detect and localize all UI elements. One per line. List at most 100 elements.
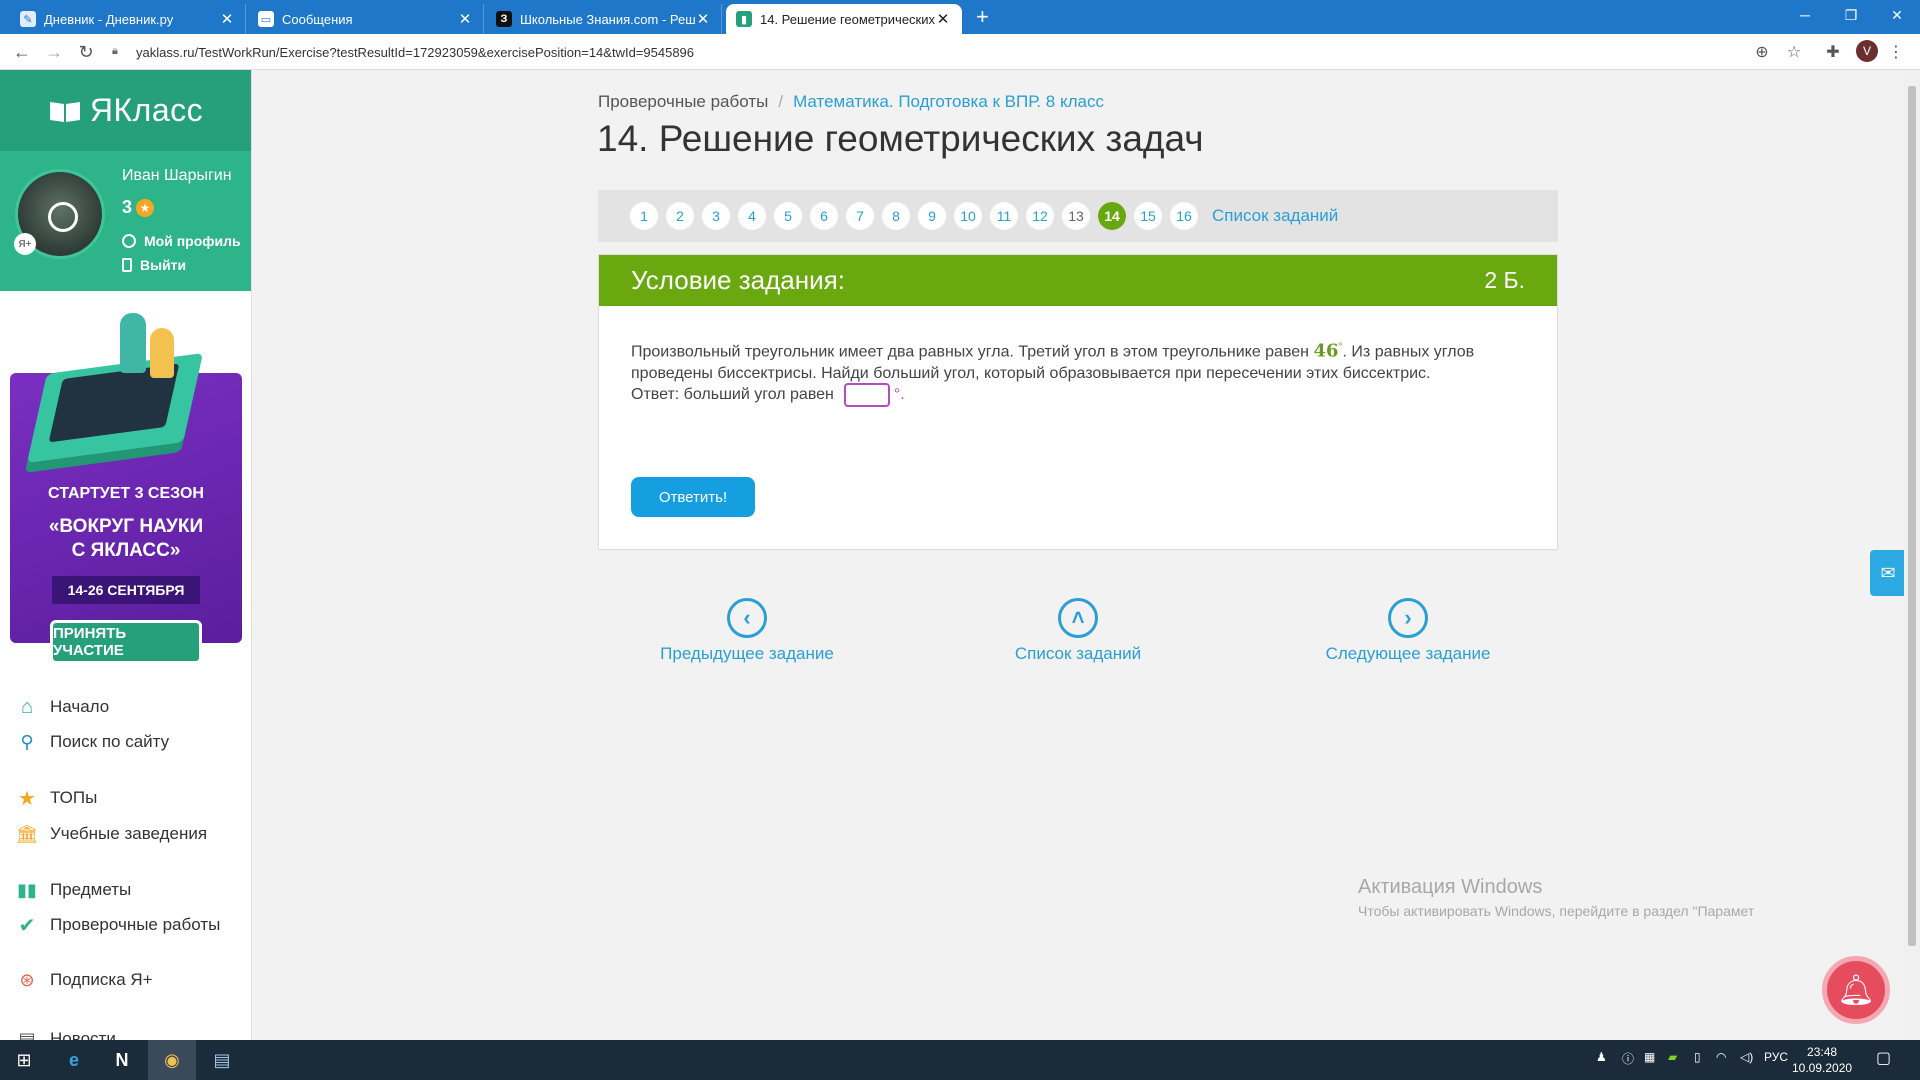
sidebar-item-home[interactable]: ⌂ Начало bbox=[16, 696, 109, 718]
breadcrumb-course-link[interactable]: Математика. Подготовка к ВПР. 8 класс bbox=[793, 92, 1104, 111]
page-2[interactable]: 2 bbox=[666, 202, 694, 230]
chrome-icon[interactable]: ◉ bbox=[148, 1040, 196, 1080]
forward-icon[interactable]: → bbox=[42, 40, 66, 64]
sidebar-item-label: Поиск по сайту bbox=[50, 732, 170, 751]
browser-tab-strip: ✎ Дневник - Дневник.ру ✕ ▭ Сообщения ✕ З… bbox=[0, 0, 1920, 34]
task-statement: Произвольный треугольник имеет два равны… bbox=[631, 337, 1511, 385]
task-list-nav-link[interactable]: ˄ Список заданий bbox=[968, 598, 1188, 664]
minimize-icon[interactable]: ─ bbox=[1782, 0, 1828, 30]
my-profile-link[interactable]: Мой профиль bbox=[122, 233, 241, 249]
bookmark-star-icon[interactable]: ☆ bbox=[1784, 42, 1804, 62]
battery-icon[interactable]: ▯ bbox=[1694, 1050, 1701, 1064]
page-5[interactable]: 5 bbox=[774, 202, 802, 230]
notification-bell-icon[interactable]: 🔔︎ bbox=[1822, 956, 1890, 1024]
chevron-left-icon: ‹ bbox=[727, 598, 767, 638]
browser-tab-1[interactable]: ✎ Дневник - Дневник.ру ✕ bbox=[10, 4, 246, 34]
sidebar-item-subjects[interactable]: ▮▮ Предметы bbox=[16, 879, 131, 901]
extensions-icon[interactable]: ✚ bbox=[1823, 42, 1843, 62]
page-3[interactable]: 3 bbox=[702, 202, 730, 230]
file-explorer-icon[interactable]: ▤ bbox=[198, 1040, 246, 1080]
banner-line3-text: С ЯКЛАСС» bbox=[71, 540, 181, 561]
activation-title: Активация Windows bbox=[1358, 876, 1543, 898]
task-header-title: Условие задания: bbox=[631, 265, 845, 295]
page-10[interactable]: 10 bbox=[954, 202, 982, 230]
restore-icon[interactable]: ❐ bbox=[1828, 0, 1874, 30]
sidebar-item-tops[interactable]: ★ ТОПы bbox=[16, 787, 97, 810]
institution-icon: 🏛︎ bbox=[15, 823, 39, 844]
my-profile-label: Мой профиль bbox=[144, 233, 241, 249]
site-logo[interactable]: ЯКласс bbox=[0, 70, 251, 151]
star-icon: ★ bbox=[136, 198, 155, 217]
network-status-icon[interactable]: ▦ bbox=[1644, 1050, 1655, 1064]
sidebar-item-label: Подписка Я+ bbox=[50, 970, 153, 989]
scrollbar-thumb[interactable] bbox=[1908, 86, 1916, 946]
install-icon[interactable]: ⊕ bbox=[1752, 42, 1772, 62]
new-tab-button[interactable]: + bbox=[976, 6, 989, 28]
sidebar-item-news[interactable]: ▤ Новости bbox=[16, 1028, 115, 1041]
logout-link[interactable]: Выйти bbox=[122, 257, 186, 273]
language-indicator[interactable]: РУС bbox=[1764, 1050, 1788, 1064]
volume-icon[interactable]: ◁) bbox=[1740, 1050, 1753, 1064]
page-4[interactable]: 4 bbox=[738, 202, 766, 230]
page-11[interactable]: 11 bbox=[990, 202, 1018, 230]
close-tab-icon[interactable]: ✕ bbox=[935, 10, 951, 28]
sidebar-item-institutions[interactable]: 🏛︎ Учебные заведения bbox=[15, 823, 208, 845]
browser-tab-2[interactable]: ▭ Сообщения ✕ bbox=[248, 4, 484, 34]
page-6[interactable]: 6 bbox=[810, 202, 838, 230]
windows-start-icon[interactable]: ⊞ bbox=[0, 1040, 48, 1080]
page-14-current[interactable]: 14 bbox=[1098, 202, 1126, 230]
info-tray-icon[interactable]: ⓘ bbox=[1622, 1050, 1634, 1067]
task-header: Условие задания: 2 Б. bbox=[599, 255, 1557, 306]
close-window-icon[interactable]: ✕ bbox=[1874, 0, 1920, 30]
close-tab-icon[interactable]: ✕ bbox=[219, 10, 235, 28]
nvidia-icon[interactable]: ▰ bbox=[1668, 1050, 1677, 1064]
page-15[interactable]: 15 bbox=[1134, 202, 1162, 230]
chevron-up-icon: ˄ bbox=[1058, 598, 1098, 638]
back-icon[interactable]: ← bbox=[10, 40, 34, 64]
page-16[interactable]: 16 bbox=[1170, 202, 1198, 230]
breadcrumb-root[interactable]: Проверочные работы bbox=[598, 92, 768, 111]
participate-button[interactable]: ПРИНЯТЬ УЧАСТИЕ bbox=[50, 620, 202, 664]
page-scrollbar[interactable] bbox=[1904, 70, 1920, 1040]
page-13[interactable]: 13 bbox=[1062, 202, 1090, 230]
next-task-label: Следующее задание bbox=[1325, 644, 1491, 663]
edge-icon[interactable]: e bbox=[50, 1040, 98, 1080]
user-name[interactable]: Иван Шарыгин bbox=[122, 167, 232, 185]
close-tab-icon[interactable]: ✕ bbox=[457, 10, 473, 28]
prev-task-link[interactable]: ‹ Предыдущее задание bbox=[637, 598, 857, 664]
url-text: yaklass.ru/TestWorkRun/Exercise?testResu… bbox=[136, 44, 695, 60]
browser-tab-4-active[interactable]: ▮ 14. Решение геометрических за ✕ bbox=[726, 4, 962, 34]
windows-taskbar: ⊞ e N ◉ ▤ ♟ ⓘ ▦ ▰ ▯ ◠ ◁) РУС 23:48 10.09… bbox=[0, 1040, 1920, 1080]
task-angle-value: 46 bbox=[1313, 340, 1339, 362]
address-bar[interactable]: 🔒︎ yaklass.ru/TestWorkRun/Exercise?testR… bbox=[112, 41, 694, 63]
close-tab-icon[interactable]: ✕ bbox=[695, 10, 711, 28]
page-8[interactable]: 8 bbox=[882, 202, 910, 230]
tab-title: 14. Решение геометрических за bbox=[760, 11, 935, 27]
page-7[interactable]: 7 bbox=[846, 202, 874, 230]
page-9[interactable]: 9 bbox=[918, 202, 946, 230]
notifications-icon[interactable]: ▢ bbox=[1876, 1048, 1891, 1068]
app-n-icon[interactable]: N bbox=[98, 1040, 146, 1080]
profile-avatar[interactable]: V bbox=[1856, 40, 1878, 62]
task-pager: 1 2 3 4 5 6 7 8 9 10 11 12 13 14 15 16 С… bbox=[598, 190, 1558, 242]
clock[interactable]: 23:48 10.09.2020 bbox=[1792, 1044, 1852, 1076]
feedback-mail-icon[interactable]: ✉ bbox=[1870, 550, 1906, 596]
promo-banner[interactable]: СТАРТУЕТ 3 СЕЗОН «ВОКРУГ НАУКИ С ЯКЛАСС»… bbox=[10, 313, 242, 664]
user-tray-icon[interactable]: ♟ bbox=[1596, 1050, 1607, 1064]
sidebar-item-tests[interactable]: ✔ Проверочные работы bbox=[16, 914, 221, 937]
wifi-icon[interactable]: ◠ bbox=[1716, 1050, 1726, 1064]
sidebar-item-subscription[interactable]: ⊛ Подписка Я+ bbox=[16, 969, 153, 991]
page-12[interactable]: 12 bbox=[1026, 202, 1054, 230]
browser-tab-3[interactable]: З Школьные Знания.com - Решае ✕ bbox=[486, 4, 722, 34]
next-task-link[interactable]: › Следующее задание bbox=[1298, 598, 1518, 664]
menu-dots-icon[interactable]: ⋮ bbox=[1886, 42, 1906, 62]
tab-title: Дневник - Дневник.ру bbox=[44, 11, 174, 27]
subscription-icon: ⊛ bbox=[19, 969, 35, 990]
reload-icon[interactable]: ↻ bbox=[74, 40, 98, 64]
submit-answer-button[interactable]: Ответить! bbox=[631, 477, 755, 517]
answer-label: Ответ: больший угол равен bbox=[631, 386, 834, 403]
page-1[interactable]: 1 bbox=[630, 202, 658, 230]
task-list-link[interactable]: Список заданий bbox=[1212, 206, 1338, 226]
answer-input[interactable] bbox=[843, 383, 890, 407]
sidebar-item-search[interactable]: ⚲ Поиск по сайту bbox=[16, 731, 169, 753]
